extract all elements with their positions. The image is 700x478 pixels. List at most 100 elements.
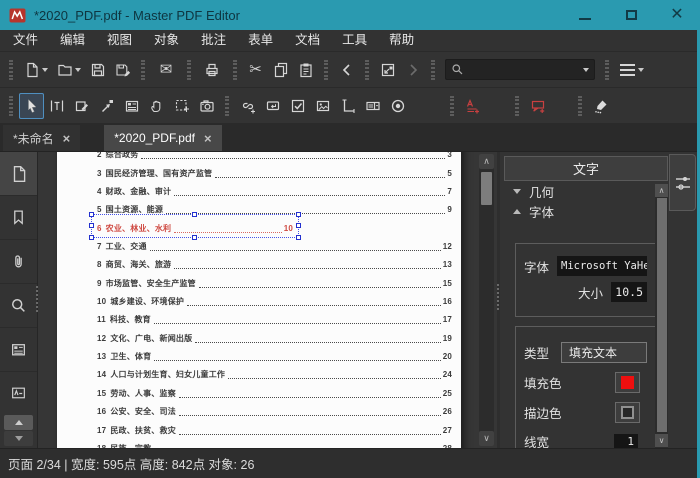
document-viewport[interactable]: 2 综合政务 3 3 国民经济管理、国有资产监管 5 4 财政、金融、审计 7 … xyxy=(38,152,497,448)
section-font[interactable]: 字体 xyxy=(504,201,669,221)
panel-scrollbar[interactable]: ∧ ∨ xyxy=(655,184,668,448)
toc-row[interactable]: 18 民族、宗教 28 xyxy=(97,439,452,449)
vertical-scrollbar[interactable]: ∧ ∨ xyxy=(479,154,494,446)
menu-file[interactable]: 文件 xyxy=(2,30,49,51)
fit-page-button[interactable] xyxy=(375,57,400,83)
select-tool-button[interactable] xyxy=(19,93,44,119)
tab-2020-pdf[interactable]: *2020_PDF.pdf × xyxy=(104,125,221,151)
hand-tool-button[interactable] xyxy=(144,93,169,119)
menu-button[interactable] xyxy=(615,57,640,83)
annotation-arrow-tool-button[interactable] xyxy=(94,93,119,119)
toc-row[interactable]: 10 城乡建设、环境保护 16 xyxy=(97,292,452,310)
type-dropdown[interactable]: 填充文本 xyxy=(561,342,647,363)
properties-tab[interactable] xyxy=(669,154,696,211)
menu-document[interactable]: 文档 xyxy=(284,30,331,51)
toolbar-grip[interactable] xyxy=(233,60,237,80)
sidebar-scroll-up-button[interactable] xyxy=(4,415,33,430)
menu-view[interactable]: 视图 xyxy=(96,30,143,51)
toc-row[interactable]: 16 公安、安全、司法 26 xyxy=(97,402,452,420)
cut-button[interactable]: ✂ xyxy=(243,57,268,83)
toolbar-grip[interactable] xyxy=(324,60,328,80)
edit-object-tool-button[interactable] xyxy=(69,93,94,119)
sidebar-forms-button[interactable] xyxy=(0,328,37,372)
edit-text-tool-button[interactable] xyxy=(44,93,69,119)
checkbox-field-tool-button[interactable] xyxy=(285,93,310,119)
radio-field-tool-button[interactable] xyxy=(385,93,410,119)
panel-scroll-down-button[interactable]: ∨ xyxy=(655,434,668,447)
combobox-field-tool-button[interactable] xyxy=(360,93,385,119)
pdf-page[interactable]: 2 综合政务 3 3 国民经济管理、国有资产监管 5 4 财政、金融、审计 7 … xyxy=(57,152,461,448)
selection-handle[interactable] xyxy=(89,223,94,228)
stroke-color-swatch[interactable] xyxy=(615,402,640,423)
toolbar-grip[interactable] xyxy=(9,60,13,80)
measure-tool-button[interactable] xyxy=(335,93,360,119)
paste-button[interactable] xyxy=(293,57,318,83)
toc-row[interactable]: 13 卫生、体育 20 xyxy=(97,347,452,365)
marquee-select-tool-button[interactable] xyxy=(169,93,194,119)
toolbar-grip[interactable] xyxy=(141,60,145,80)
scrollbar-thumb[interactable] xyxy=(481,172,492,205)
forward-button[interactable] xyxy=(400,57,425,83)
open-dropdown-caret[interactable] xyxy=(75,68,81,72)
sidebar-search-button[interactable] xyxy=(0,284,37,328)
menu-dropdown-caret[interactable] xyxy=(638,68,644,72)
sidebar-bookmarks-button[interactable] xyxy=(0,196,37,240)
print-button[interactable] xyxy=(197,57,227,83)
sidebar-signature-button[interactable] xyxy=(0,372,37,416)
back-button[interactable] xyxy=(334,57,359,83)
toc-row[interactable]: 15 劳动、人事、监察 25 xyxy=(97,383,452,401)
search-dropdown-caret[interactable] xyxy=(583,68,589,72)
menu-tools[interactable]: 工具 xyxy=(331,30,378,51)
toolbar-grip[interactable] xyxy=(515,96,519,116)
copy-button[interactable] xyxy=(268,57,293,83)
sticky-note-tool-button[interactable] xyxy=(260,93,285,119)
panel-scrollbar-thumb[interactable] xyxy=(657,198,667,432)
menu-object[interactable]: 对象 xyxy=(143,30,190,51)
toc-row[interactable]: 6 农业、林业、水利 10 xyxy=(97,218,452,236)
selection-handle[interactable] xyxy=(89,235,94,240)
toolbar-grip[interactable] xyxy=(605,60,609,80)
open-button[interactable] xyxy=(52,57,77,83)
highlighter-tool-button[interactable] xyxy=(588,93,613,119)
toc-row[interactable]: 9 市场监管、安全生产监管 15 xyxy=(97,273,452,291)
toc-row[interactable]: 4 财政、金融、审计 7 xyxy=(97,182,452,200)
sidebar-attachments-button[interactable] xyxy=(0,240,37,284)
image-field-tool-button[interactable] xyxy=(310,93,335,119)
toolbar-grip[interactable] xyxy=(431,60,435,80)
add-link-tool-button[interactable] xyxy=(235,93,260,119)
toc-row[interactable]: 8 商贸、海关、旅游 13 xyxy=(97,255,452,273)
line-width-field[interactable]: 1 xyxy=(614,434,638,449)
menu-edit[interactable]: 编辑 xyxy=(49,30,96,51)
sidebar-scroll-down-button[interactable] xyxy=(4,431,33,446)
save-as-button[interactable] xyxy=(110,57,135,83)
close-button[interactable]: ✕ xyxy=(654,0,700,30)
toc-row[interactable]: 7 工业、交通 12 xyxy=(97,237,452,255)
form-fields-tool-button[interactable] xyxy=(119,93,144,119)
menu-help[interactable]: 帮助 xyxy=(378,30,425,51)
toolbar-grip[interactable] xyxy=(225,96,229,116)
fill-color-swatch[interactable] xyxy=(615,372,640,393)
tab-untitled[interactable]: *未命名 × xyxy=(3,125,80,151)
minimize-button[interactable] xyxy=(562,0,608,30)
save-button[interactable] xyxy=(85,57,110,83)
new-document-button[interactable] xyxy=(19,57,44,83)
toc-row[interactable]: 2 综合政务 3 xyxy=(97,152,452,163)
toolbar-grip[interactable] xyxy=(365,60,369,80)
maximize-button[interactable] xyxy=(608,0,654,30)
tab-close-icon[interactable]: × xyxy=(63,132,71,145)
toc-row[interactable]: 11 科技、教育 17 xyxy=(97,310,452,328)
toolbar-grip[interactable] xyxy=(450,96,454,116)
toc-row[interactable]: 14 人口与计划生育、妇女儿童工作 24 xyxy=(97,365,452,383)
section-geometry[interactable]: 几何 xyxy=(504,181,669,201)
selection-handle[interactable] xyxy=(89,212,94,217)
search-input[interactable] xyxy=(468,64,583,76)
new-document-dropdown-caret[interactable] xyxy=(42,68,48,72)
toolbar-grip[interactable] xyxy=(9,96,13,116)
toc-row[interactable]: 5 国土资源、能源 9 xyxy=(97,200,452,218)
menu-annotate[interactable]: 批注 xyxy=(190,30,237,51)
menu-form[interactable]: 表单 xyxy=(237,30,284,51)
toolbar-grip[interactable] xyxy=(187,60,191,80)
toolbar-grip[interactable] xyxy=(578,96,582,116)
toc-row[interactable]: 3 国民经济管理、国有资产监管 5 xyxy=(97,163,452,181)
font-size-field[interactable]: 10.5 xyxy=(611,282,647,302)
